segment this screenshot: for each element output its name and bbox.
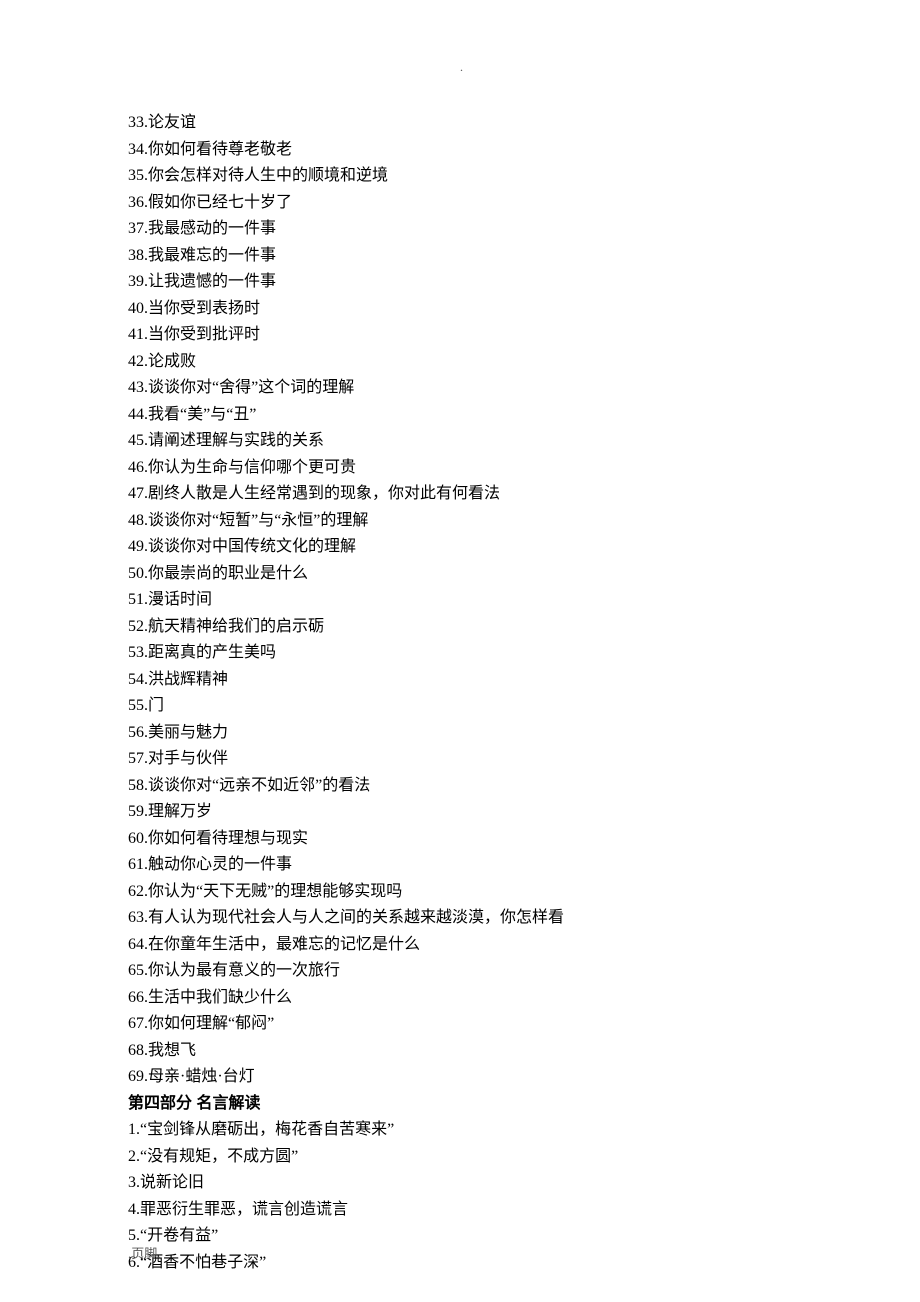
list-item: 65.你认为最有意义的一次旅行 xyxy=(128,958,808,985)
list-item: 6.“酒香不怕巷子深” xyxy=(128,1250,808,1277)
list-item: 51.漫话时间 xyxy=(128,587,808,614)
list-item: 54.洪战辉精神 xyxy=(128,667,808,694)
list-item: 1.“宝剑锋从磨砺出，梅花香自苦寒来” xyxy=(128,1117,808,1144)
list-item: 43.谈谈你对“舍得”这个词的理解 xyxy=(128,375,808,402)
list-item: 38.我最难忘的一件事 xyxy=(128,243,808,270)
list-item: 64.在你童年生活中，最难忘的记忆是什么 xyxy=(128,932,808,959)
footer-text: .页脚. xyxy=(128,1243,161,1262)
list-item: 44.我看“美”与“丑” xyxy=(128,402,808,429)
list-item: 63.有人认为现代社会人与人之间的关系越来越淡漠，你怎样看 xyxy=(128,905,808,932)
list-item: 48.谈谈你对“短暂”与“永恒”的理解 xyxy=(128,508,808,535)
list-item: 33.论友谊 xyxy=(128,110,808,137)
list-item: 35.你会怎样对待人生中的顺境和逆境 xyxy=(128,163,808,190)
list-item: 56.美丽与魅力 xyxy=(128,720,808,747)
list-item: 67.你如何理解“郁闷” xyxy=(128,1011,808,1038)
list-item: 52.航天精神给我们的启示砺 xyxy=(128,614,808,641)
list-item: 69.母亲·蜡烛·台灯 xyxy=(128,1064,808,1091)
list-item: 53.距离真的产生美吗 xyxy=(128,640,808,667)
list-item: 2.“没有规矩，不成方圆” xyxy=(128,1144,808,1171)
list-item: 55.门 xyxy=(128,693,808,720)
list-item: 36.假如你已经七十岁了 xyxy=(128,190,808,217)
list-item: 50.你最崇尚的职业是什么 xyxy=(128,561,808,588)
list-item: 46.你认为生命与信仰哪个更可贵 xyxy=(128,455,808,482)
list-item: 5.“开卷有益” xyxy=(128,1223,808,1250)
list-item: 37.我最感动的一件事 xyxy=(128,216,808,243)
page-content: 33.论友谊34.你如何看待尊老敬老35.你会怎样对待人生中的顺境和逆境36.假… xyxy=(0,0,808,1276)
numbered-list-2: 1.“宝剑锋从磨砺出，梅花香自苦寒来”2.“没有规矩，不成方圆”3.说新论旧4.… xyxy=(128,1117,808,1276)
list-item: 47.剧终人散是人生经常遇到的现象，你对此有何看法 xyxy=(128,481,808,508)
list-item: 4.罪恶衍生罪恶，谎言创造谎言 xyxy=(128,1197,808,1224)
list-item: 3.说新论旧 xyxy=(128,1170,808,1197)
list-item: 68.我想飞 xyxy=(128,1038,808,1065)
list-item: 66.生活中我们缺少什么 xyxy=(128,985,808,1012)
section-heading: 第四部分 名言解读 xyxy=(128,1091,808,1118)
list-item: 42.论成败 xyxy=(128,349,808,376)
list-item: 40.当你受到表扬时 xyxy=(128,296,808,323)
numbered-list-1: 33.论友谊34.你如何看待尊老敬老35.你会怎样对待人生中的顺境和逆境36.假… xyxy=(128,110,808,1091)
list-item: 34.你如何看待尊老敬老 xyxy=(128,137,808,164)
list-item: 62.你认为“天下无贼”的理想能够实现吗 xyxy=(128,879,808,906)
list-item: 41.当你受到批评时 xyxy=(128,322,808,349)
list-item: 60.你如何看待理想与现实 xyxy=(128,826,808,853)
list-item: 61.触动你心灵的一件事 xyxy=(128,852,808,879)
list-item: 39.让我遗憾的一件事 xyxy=(128,269,808,296)
list-item: 45.请阐述理解与实践的关系 xyxy=(128,428,808,455)
header-mark: . xyxy=(460,60,463,75)
list-item: 58.谈谈你对“远亲不如近邻”的看法 xyxy=(128,773,808,800)
list-item: 59.理解万岁 xyxy=(128,799,808,826)
list-item: 57.对手与伙伴 xyxy=(128,746,808,773)
list-item: 49.谈谈你对中国传统文化的理解 xyxy=(128,534,808,561)
